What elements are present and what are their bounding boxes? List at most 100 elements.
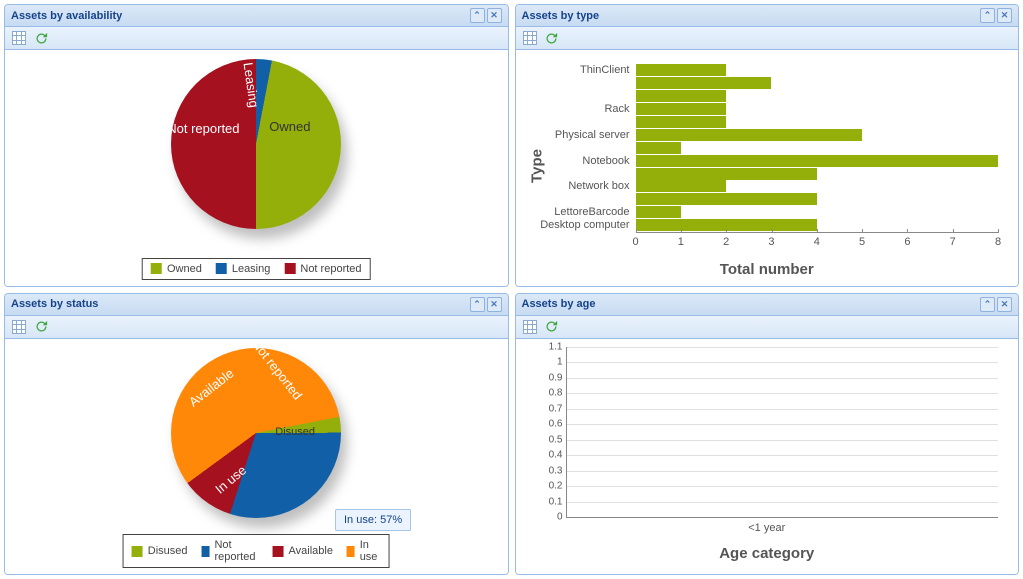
- gridline: [567, 440, 999, 441]
- bar: [636, 103, 727, 115]
- refresh-icon[interactable]: [33, 30, 49, 46]
- gridline: [567, 486, 999, 487]
- age-chart: 00.10.20.30.40.50.60.70.80.911.1 <1 year…: [526, 345, 1009, 565]
- collapse-icon[interactable]: ⌃: [470, 297, 485, 312]
- refresh-icon[interactable]: [544, 319, 560, 335]
- panel-toolbar: [5, 27, 508, 50]
- panel-title: Assets by availability: [11, 10, 470, 22]
- bar-row: [636, 141, 999, 154]
- age-x-tick: <1 year: [748, 522, 785, 534]
- bar: [636, 193, 817, 205]
- gridline: [567, 347, 999, 348]
- x-tick: 1: [678, 233, 684, 248]
- availability-pie: [171, 59, 341, 229]
- bar: [636, 206, 681, 218]
- bar-row: Notebook: [636, 154, 999, 167]
- x-tick: 2: [723, 233, 729, 248]
- gridline: [567, 424, 999, 425]
- bar-row: [636, 77, 999, 90]
- y-tick: 0.5: [549, 434, 567, 445]
- bar-category-label: Notebook: [582, 155, 635, 167]
- legend-item[interactable]: Available: [273, 539, 333, 563]
- y-tick: 0.7: [549, 403, 567, 414]
- grid-icon[interactable]: [11, 30, 27, 46]
- bar: [636, 142, 681, 154]
- grid-icon[interactable]: [11, 319, 27, 335]
- panel-toolbar: [516, 316, 1019, 339]
- x-tick: 5: [859, 233, 865, 248]
- status-pie: [171, 348, 341, 518]
- panel-toolbar: [516, 27, 1019, 50]
- bar-row: Network box: [636, 180, 999, 193]
- bar-category-label: Network box: [568, 180, 635, 192]
- y-tick: 0.9: [549, 372, 567, 383]
- bar: [636, 64, 727, 76]
- panel-toolbar: [5, 316, 508, 339]
- panel-header: Assets by status ⌃ ✕: [5, 294, 508, 316]
- close-icon[interactable]: ✕: [997, 8, 1012, 23]
- panel-title: Assets by status: [11, 298, 470, 310]
- y-tick: 0.2: [549, 481, 567, 492]
- bar-category-label: Rack: [604, 103, 635, 115]
- panel-header: Assets by availability ⌃ ✕: [5, 5, 508, 27]
- collapse-icon[interactable]: ⌃: [980, 8, 995, 23]
- legend-item[interactable]: Not reported: [202, 539, 259, 563]
- refresh-icon[interactable]: [544, 30, 560, 46]
- x-axis-label: Total number: [720, 261, 814, 278]
- gridline: [567, 393, 999, 394]
- x-tick: 8: [995, 233, 1001, 248]
- y-tick: 1.1: [549, 341, 567, 352]
- x-tick: 0: [632, 233, 638, 248]
- legend-item[interactable]: Leasing: [216, 263, 271, 275]
- panel-title: Assets by age: [522, 298, 981, 310]
- collapse-icon[interactable]: ⌃: [980, 297, 995, 312]
- gridline: [567, 502, 999, 503]
- bar-row: ThinClient: [636, 64, 999, 77]
- legend-item[interactable]: Disused: [132, 539, 188, 563]
- x-axis-label: Age category: [719, 545, 814, 562]
- bar: [636, 155, 999, 167]
- grid-icon[interactable]: [522, 319, 538, 335]
- bar-category-label: ThinClient: [580, 64, 636, 76]
- y-tick: 0.8: [549, 388, 567, 399]
- bar-row: LettoreBarcode: [636, 206, 999, 219]
- legend-item[interactable]: In use: [347, 539, 381, 563]
- bar-row: [636, 193, 999, 206]
- panel-type: Assets by type ⌃ ✕ Type ThinClient Rack Ph…: [515, 4, 1020, 287]
- bar-row: Physical server: [636, 128, 999, 141]
- legend-item[interactable]: Owned: [151, 263, 202, 275]
- y-tick: 0.3: [549, 465, 567, 476]
- bar: [636, 180, 727, 192]
- bar: [636, 90, 727, 102]
- x-tick: 3: [768, 233, 774, 248]
- bar-row: [636, 116, 999, 129]
- close-icon[interactable]: ✕: [487, 297, 502, 312]
- gridline: [567, 455, 999, 456]
- bar: [636, 129, 863, 141]
- type-bar-chart: Type ThinClient Rack Physical server Notebo…: [526, 56, 1009, 276]
- collapse-icon[interactable]: ⌃: [470, 8, 485, 23]
- panel-header: Assets by type ⌃ ✕: [516, 5, 1019, 27]
- panel-status: Assets by status ⌃ ✕ Disused Not reporte…: [4, 293, 509, 576]
- y-tick: 1: [557, 357, 567, 368]
- gridline: [567, 362, 999, 363]
- close-icon[interactable]: ✕: [997, 297, 1012, 312]
- panel-header: Assets by age ⌃ ✕: [516, 294, 1019, 316]
- gridline: [567, 409, 999, 410]
- grid-icon[interactable]: [522, 30, 538, 46]
- refresh-icon[interactable]: [33, 319, 49, 335]
- x-tick: 7: [950, 233, 956, 248]
- bar: [636, 77, 772, 89]
- y-tick: 0.6: [549, 419, 567, 430]
- bar-row: [636, 167, 999, 180]
- close-icon[interactable]: ✕: [487, 8, 502, 23]
- y-axis-label: Type: [528, 149, 545, 183]
- legend-item[interactable]: Not reported: [284, 263, 361, 275]
- x-tick: 4: [814, 233, 820, 248]
- gridline: [567, 378, 999, 379]
- chart-tooltip: In use: 57%: [335, 509, 411, 531]
- y-tick: 0.1: [549, 496, 567, 507]
- x-tick: 6: [904, 233, 910, 248]
- panel-title: Assets by type: [522, 10, 981, 22]
- bar-row: Rack: [636, 103, 999, 116]
